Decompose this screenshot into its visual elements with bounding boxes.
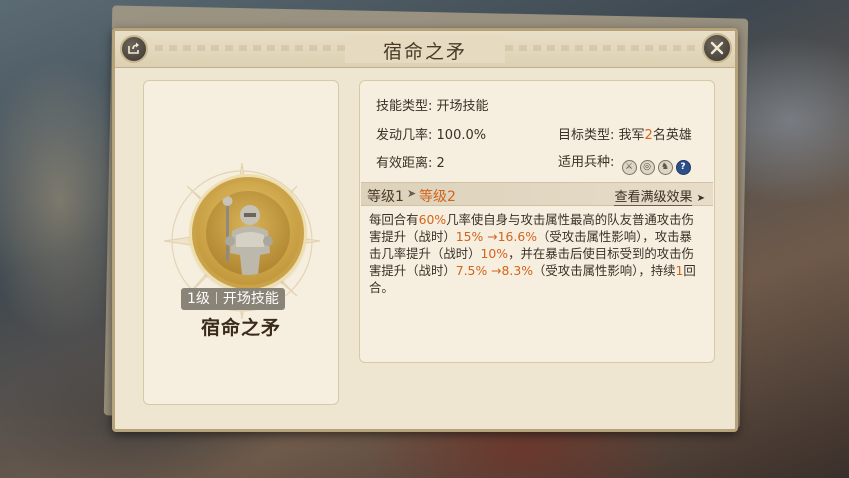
target-type-row: 目标类型: 我军2名英雄 (558, 128, 692, 143)
range-value: 2 (436, 156, 445, 171)
skill-dialog: 宿命之矛 1级 开场技能 宿命之矛 技能类型: 开场技能 发动几率: 100.0… (112, 28, 738, 432)
close-icon (710, 36, 724, 60)
chevron-right-icon: ➤ (407, 187, 417, 200)
dialog-title: 宿命之矛 (382, 41, 467, 63)
skill-type-badge-label: 开场技能 (222, 291, 279, 307)
sword-icon[interactable]: ⚔ (621, 160, 637, 175)
dialog-header: 宿命之矛 (115, 31, 735, 68)
trigger-rate-row: 发动几率: 100.0% (376, 128, 487, 143)
troops-row: 适用兵种: ⚔ ◎ ♞? (558, 151, 691, 175)
hero-level: 1级 (187, 291, 210, 307)
share-icon (127, 40, 141, 59)
skill-description: 每回合有60%几率使自身与攻击属性最高的队友普通攻击伤害提升（战时）15% →1… (369, 212, 696, 295)
skill-level-badge: 1级 开场技能 (181, 288, 285, 310)
range-row: 有效距离: 2 (376, 156, 445, 171)
armored-knight-icon (222, 196, 273, 275)
trigger-rate-value: 100.0% (436, 128, 487, 143)
skill-medal (192, 177, 304, 289)
level-2-tab[interactable]: 等级2 (419, 186, 456, 206)
chevron-right-icon: ➤ (696, 193, 705, 204)
share-button[interactable] (120, 35, 148, 63)
level-1-tab[interactable]: 等级1 (367, 186, 404, 206)
hero-panel: 1级 开场技能 宿命之矛 (143, 80, 339, 405)
skill-info-panel: 技能类型: 开场技能 发动几率: 100.0% 目标类型: 我军2名英雄 有效距… (359, 80, 715, 363)
level-bar: 等级1 ➤ 等级2 查看满级效果 ➤ (361, 182, 713, 206)
skill-type-row: 技能类型: 开场技能 (376, 99, 489, 114)
view-full-level-link[interactable]: 查看满级效果 ➤ (614, 186, 705, 206)
skill-type-value: 开场技能 (436, 99, 489, 114)
horse-icon[interactable]: ♞ (657, 160, 673, 175)
target-count: 2 (644, 128, 653, 143)
skill-name: 宿命之矛 (200, 317, 281, 339)
close-button[interactable] (702, 33, 732, 63)
bow-icon[interactable]: ◎ (639, 160, 655, 175)
help-icon[interactable]: ? (675, 160, 691, 175)
